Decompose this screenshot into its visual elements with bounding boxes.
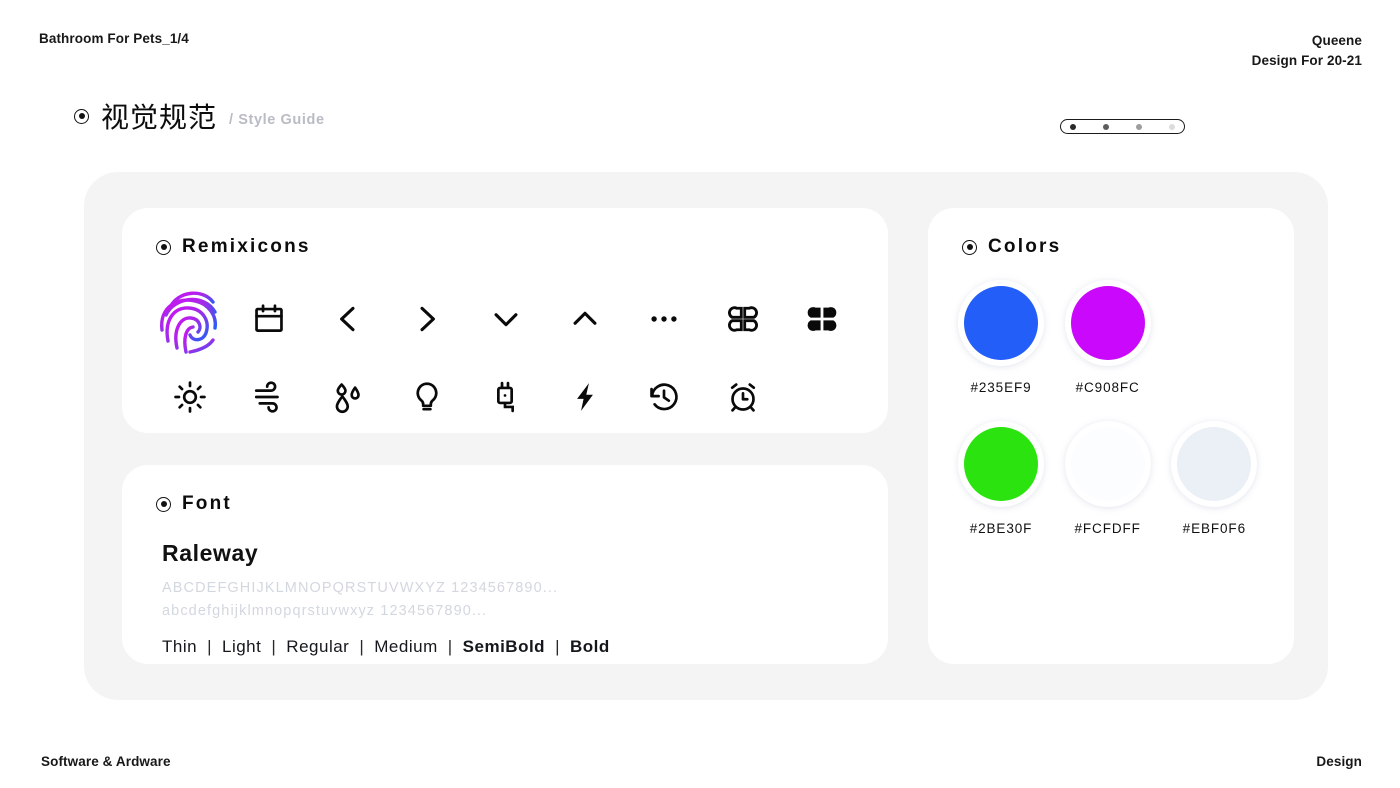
font-weight-medium: Medium	[374, 637, 438, 656]
lightbulb-icon[interactable]	[410, 380, 444, 414]
pagination-dot-3[interactable]	[1136, 123, 1142, 130]
color-swatch[interactable]: #2BE30F	[951, 421, 1051, 536]
page-title: 视觉规范 / Style Guide	[74, 96, 325, 136]
author-subtitle: Design For 20-21	[1251, 53, 1362, 68]
font-weight-bold: Bold	[569, 637, 610, 656]
chevron-right-icon[interactable]	[410, 302, 444, 336]
color-swatch-dot	[1070, 427, 1145, 501]
pagination-dot-2[interactable]	[1103, 123, 1109, 130]
font-card-header: Font	[156, 493, 232, 515]
font-specimen-uppercase: ABCDEFGHIJKLMNOPQRSTUVWXYZ 1234567890...	[162, 580, 559, 596]
page-title-cn: 视觉规范	[101, 102, 218, 133]
font-weight-semibold: SemiBold	[462, 637, 546, 656]
author-block: Queene Design For 20-21	[1252, 31, 1362, 71]
content-panel: Remixicons Font Raleway ABCDEFGHIJKLMNOP…	[84, 172, 1328, 700]
icon-grid	[150, 280, 862, 436]
color-swatch-dot	[1177, 427, 1252, 501]
color-swatch-grid: #235EF9 #C908FC #2BE30F #FCFDFF #EBF0F6	[951, 280, 1271, 536]
flash-icon[interactable]	[568, 380, 602, 414]
calendar-icon[interactable]	[252, 302, 286, 336]
color-swatch-ring	[958, 280, 1044, 366]
chevron-left-icon[interactable]	[331, 302, 365, 336]
color-swatch[interactable]: #C908FC	[1058, 280, 1158, 395]
pagination-indicator[interactable]	[1060, 119, 1185, 134]
fingerprint-icon[interactable]	[155, 280, 225, 358]
font-weight-thin: Thin	[162, 637, 198, 656]
color-swatch-placeholder	[1164, 280, 1264, 395]
chevron-down-icon[interactable]	[489, 302, 523, 336]
font-card: Font Raleway ABCDEFGHIJKLMNOPQRSTUVWXYZ …	[122, 465, 888, 664]
color-swatch-code: #2BE30F	[969, 521, 1033, 536]
color-swatch[interactable]: #EBF0F6	[1164, 421, 1264, 536]
chevron-up-icon[interactable]	[568, 302, 602, 336]
footer-right-label: Design	[1316, 754, 1362, 769]
color-swatch-code: #EBF0F6	[1182, 521, 1246, 536]
colors-card-title: Colors	[988, 236, 1062, 257]
remixicons-card-header: Remixicons	[156, 236, 311, 258]
color-swatch-dot	[964, 427, 1038, 501]
remixicons-card: Remixicons	[122, 208, 888, 433]
font-weight-list: Thin | Light | Regular | Medium | SemiBo…	[162, 637, 610, 657]
font-weight-regular: Regular	[286, 637, 350, 656]
history-icon[interactable]	[647, 380, 681, 414]
font-family-name: Raleway	[162, 540, 259, 566]
style-guide-page: Bathroom For Pets_1/4 Queene Design For …	[0, 0, 1400, 788]
sun-icon[interactable]	[173, 380, 207, 414]
color-swatch-dot	[1070, 286, 1145, 360]
plug-icon[interactable]	[489, 380, 523, 414]
font-card-title: Font	[182, 493, 232, 514]
remixicons-card-title: Remixicons	[182, 236, 311, 257]
pagination-dot-1[interactable]	[1070, 123, 1076, 130]
color-swatch[interactable]: #FCFDFF	[1058, 421, 1158, 536]
wind-icon[interactable]	[252, 380, 286, 414]
color-swatch-ring	[958, 421, 1044, 507]
color-swatch-code: #C908FC	[1075, 380, 1140, 395]
color-swatch-ring	[1171, 421, 1258, 507]
page-label: Bathroom For Pets_1/4	[39, 31, 189, 46]
colors-card: Colors #235EF9 #C908FC #2BE30F #FCFDFF #…	[928, 208, 1294, 664]
bullet-icon	[74, 108, 89, 124]
alarm-clock-icon[interactable]	[726, 380, 760, 414]
bullet-icon	[156, 496, 171, 512]
bullet-icon	[156, 239, 171, 255]
font-weight-separator: |	[447, 637, 453, 656]
font-weight-separator: |	[271, 637, 277, 656]
font-weight-separator: |	[555, 637, 560, 656]
clover-grid-filled-icon[interactable]	[805, 302, 839, 336]
footer-left-label: Software & Ardware	[41, 754, 171, 769]
color-swatch-ring	[1064, 280, 1151, 366]
color-swatch[interactable]: #235EF9	[951, 280, 1051, 395]
color-swatch-code: #FCFDFF	[1074, 521, 1141, 536]
font-weight-light: Light	[222, 637, 262, 656]
color-swatch-code: #235EF9	[970, 380, 1032, 395]
page-title-en: / Style Guide	[229, 111, 325, 128]
clover-grid-outline-icon[interactable]	[726, 302, 760, 336]
author-name: Queene	[1311, 33, 1362, 48]
pagination-dot-4[interactable]	[1169, 123, 1175, 130]
color-swatch-ring	[1064, 421, 1151, 507]
bullet-icon	[962, 239, 977, 255]
more-dots-icon[interactable]	[647, 302, 681, 336]
font-weight-separator: |	[359, 637, 365, 656]
color-swatch-dot	[964, 286, 1038, 360]
font-weight-separator: |	[207, 637, 212, 656]
font-specimen: ABCDEFGHIJKLMNOPQRSTUVWXYZ 1234567890...…	[162, 577, 558, 623]
colors-card-header: Colors	[962, 236, 1061, 258]
font-specimen-lowercase: abcdefghijklmnopqrstuvwxyz 1234567890...	[162, 603, 488, 619]
water-drops-icon[interactable]	[331, 380, 365, 414]
